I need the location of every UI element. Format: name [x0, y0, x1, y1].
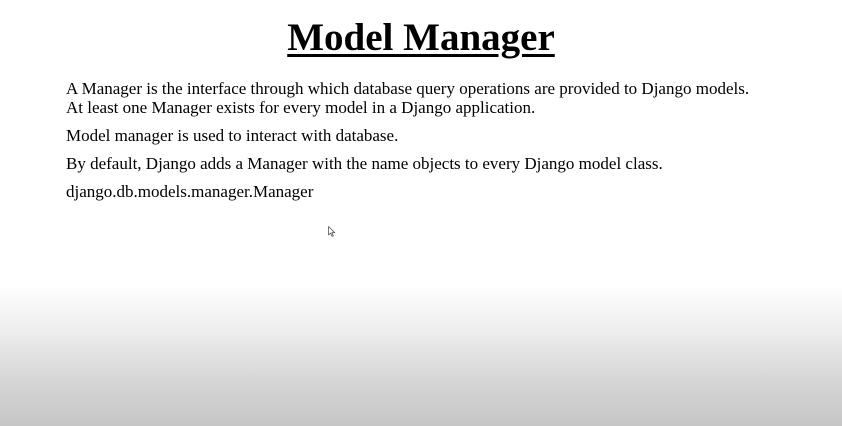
paragraph-line: By default, Django adds a Manager with t… — [66, 154, 663, 173]
paragraph-manager-class-path: django.db.models.manager.Manager — [66, 182, 806, 201]
slide: Model Manager A Manager is the interface… — [0, 0, 842, 426]
paragraph-manager-usage: Model manager is used to interact with d… — [66, 126, 806, 145]
paragraph-line: A Manager is the interface through which… — [66, 79, 750, 98]
paragraph-line: Model manager is used to interact with d… — [66, 126, 399, 145]
slide-title: Model Manager — [287, 16, 555, 59]
slide-body: A Manager is the interface through which… — [66, 79, 806, 210]
mouse-pointer-icon — [328, 226, 336, 237]
paragraph-manager-definition: A Manager is the interface through which… — [66, 79, 806, 117]
paragraph-line: At least one Manager exists for every mo… — [66, 98, 536, 117]
paragraph-default-manager: By default, Django adds a Manager with t… — [66, 154, 806, 173]
paragraph-line: django.db.models.manager.Manager — [66, 182, 314, 201]
